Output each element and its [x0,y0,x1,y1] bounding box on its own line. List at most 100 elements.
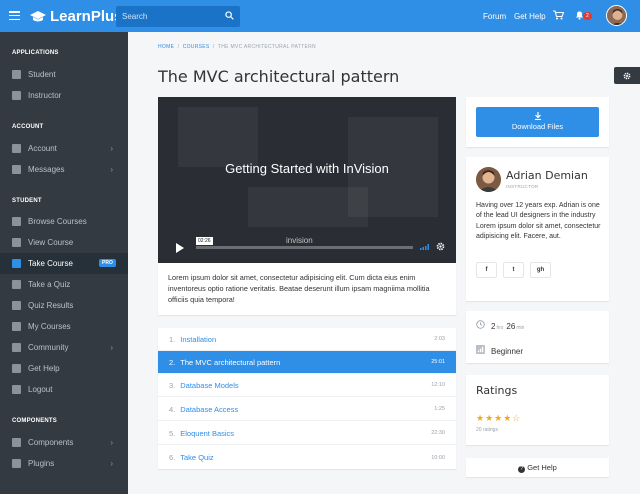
sidebar-item-messages[interactable]: Messages › [0,159,128,180]
import-icon [12,238,21,247]
sidebar-item-label: Take a Quiz [28,280,71,289]
gear-icon[interactable] [436,242,445,251]
lesson-item[interactable]: 1. Installation 2:03 [158,328,456,351]
sidebar-item-plugins[interactable]: Plugins › [0,453,128,474]
page-title: The MVC architectural pattern [158,67,400,86]
top-navbar: LearnPlus Forum Get Help 2 [0,0,640,32]
rating-stars: ★★★★☆ [476,413,522,423]
logout-icon [12,385,21,394]
sidebar-section-title: COMPONENTS [12,418,58,424]
download-label: Download Files [511,122,564,131]
sidebar-item-label: Browse Courses [28,217,87,226]
lesson-title: Eloquent Basics [180,428,235,438]
sidebar-item-components[interactable]: Components › [0,432,128,453]
get-help-label: Get Help [527,463,557,472]
lesson-number: 4. [169,404,176,414]
settings-toggle-button[interactable] [614,67,640,84]
sidebar-item-my-courses[interactable]: My Courses [0,316,128,337]
graduation-cap-icon [30,10,46,21]
instructor-avatar[interactable] [476,167,501,192]
forum-icon [12,343,21,352]
lesson-item[interactable]: 3. Database Models 12:10 [158,374,456,397]
menu-icon[interactable] [9,11,20,21]
facebook-button[interactable]: f [476,262,497,278]
level-label: Beginner [491,347,524,356]
help-icon: ? [518,466,526,473]
instructor-name[interactable]: Adrian Demian [506,169,588,182]
instructor-photo [476,167,501,192]
brand-logo[interactable]: LearnPlus [30,8,123,25]
lesson-duration: 2:03 [434,336,445,342]
ratings-card: Ratings ★★★★☆ 20 ratings [466,375,609,445]
twitter-button[interactable]: t [503,262,524,278]
lesson-title: The MVC architectural pattern [180,357,281,367]
book-icon [12,259,21,268]
sidebar-section-title: ACCOUNT [12,124,44,130]
facebook-icon: f [485,267,488,273]
lesson-title: Database Models [180,380,239,390]
brand-name: LearnPlus [50,8,123,25]
volume-icon[interactable] [420,244,430,250]
duration-minutes: 26 [506,322,516,331]
sidebar-item-take-course[interactable]: Take Course PRO [0,253,128,274]
video-player[interactable]: Getting Started with InVision invision 0… [158,97,456,263]
sidebar-item-community[interactable]: Community › [0,337,128,358]
ratings-title: Ratings [476,384,518,397]
lesson-duration: 22:30 [431,430,445,436]
shopping-cart-icon[interactable] [553,10,564,20]
sidebar-item-browse-courses[interactable]: Browse Courses [0,211,128,232]
sidebar-item-get-help[interactable]: Get Help [0,358,128,379]
lesson-title: Take Quiz [180,453,214,462]
lesson-item-active[interactable]: 2. The MVC architectural pattern 25:01 [158,351,456,374]
breadcrumb-courses[interactable]: COURSES [183,44,210,50]
sidebar-item-label: Instructor [28,91,62,100]
sidebar-item-student[interactable]: Student [0,64,128,85]
tune-icon [12,438,21,447]
play-icon[interactable] [176,243,184,253]
sidebar-item-logout[interactable]: Logout [0,379,128,400]
folder-icon [12,459,21,468]
sidebar-item-quiz-results[interactable]: Quiz Results [0,295,128,316]
search-input[interactable] [122,9,222,24]
lesson-list: 1. Installation 2:03 2. The MVC architectur… [158,328,456,469]
notification-badge: 2 [583,12,592,20]
instructor-role: INSTRUCTOR [506,184,539,189]
sidebar-item-take-a-quiz[interactable]: Take a Quiz [0,274,128,295]
github-icon: gh [536,267,545,273]
search-icon[interactable] [225,11,234,20]
poll-icon [12,301,21,310]
breadcrumb: HOME / COURSES / THE MVC ARCHITECTURAL P… [158,44,316,50]
breadcrumb-home[interactable]: HOME [158,44,174,50]
user-avatar[interactable] [606,5,627,26]
student-icon [12,70,21,79]
quiz-icon [12,280,21,289]
duration-hours-unit: hrs [496,325,504,331]
get-help-button[interactable]: ? Get Help [466,458,609,477]
lesson-item[interactable]: 4. Database Access 1:25 [158,398,456,421]
download-files-button[interactable]: Download Files [476,107,599,137]
lesson-number: 6. [169,453,176,462]
lesson-item[interactable]: 6. Take Quiz 10:00 [158,446,456,469]
video-background [178,107,258,167]
nav-get-help[interactable]: Get Help [514,12,546,21]
search-icon [12,217,21,226]
sidebar-item-label: Student [28,70,56,79]
sidebar-item-instructor[interactable]: Instructor [0,85,128,106]
sidebar-item-label: Plugins [28,459,55,468]
instructor-bio: Having over 12 years exp. Adrian is one … [476,202,601,240]
lesson-duration: 25:01 [431,359,445,365]
lesson-number: 3. [169,380,176,390]
github-button[interactable]: gh [530,262,551,278]
gear-icon [623,72,631,80]
sidebar-item-view-course[interactable]: View Course [0,232,128,253]
sidebar-item-label: Components [28,438,74,447]
course-level: Beginner [476,345,523,356]
video-controls: 02:26 [158,236,456,263]
download-icon [534,112,541,120]
lesson-item[interactable]: 5. Eloquent Basics 22:30 [158,422,456,445]
video-progress-bar[interactable] [196,246,413,249]
search-box[interactable] [116,6,240,27]
nav-forum[interactable]: Forum [483,12,506,21]
lesson-title: Installation [180,334,217,344]
sidebar-item-account[interactable]: Account › [0,138,128,159]
